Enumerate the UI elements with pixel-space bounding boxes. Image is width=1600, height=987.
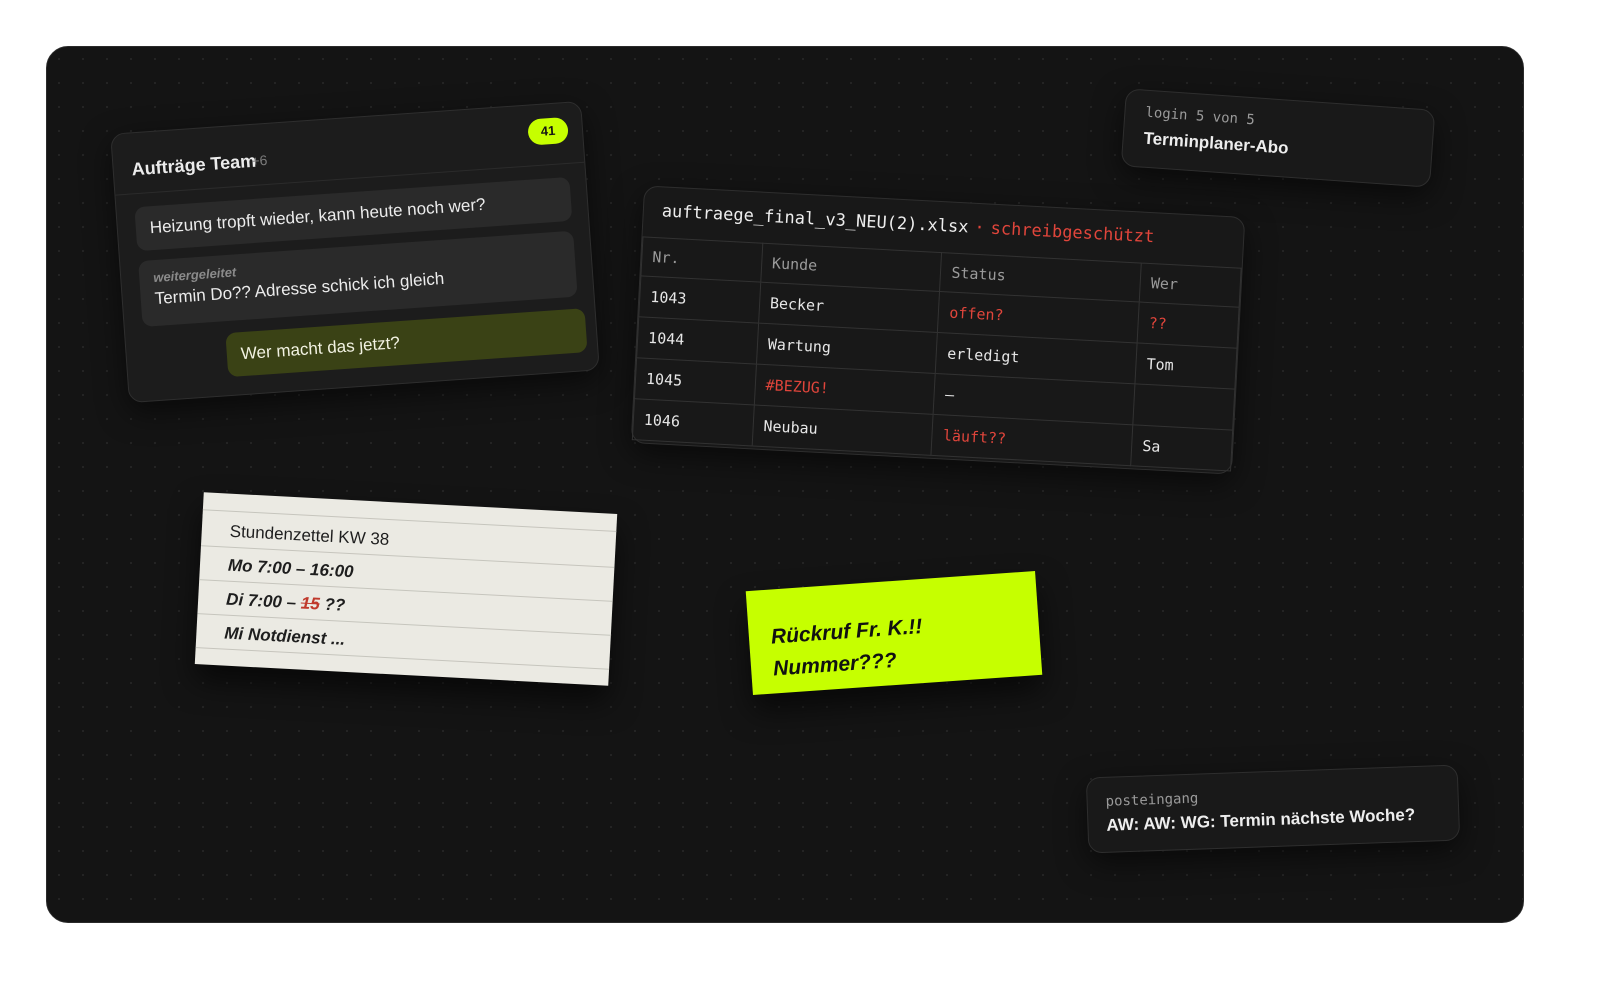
collage-board: Aufträge Team +6 41 Heizung tropft wiede… [46, 46, 1524, 923]
spreadsheet-card: auftraege_final_v3_NEU(2).xlsx · schreibge… [630, 185, 1246, 475]
timesheet-title: Stundenzettel KW 38 [229, 521, 390, 550]
login-notice-card: login 5 von 5 Terminplaner-Abo [1120, 88, 1436, 188]
chat-message-own: Wer macht das jetzt? [225, 308, 588, 378]
timesheet-line: Mo 7:00 – 16:00 [227, 555, 355, 582]
separator: · [973, 217, 986, 239]
column-header: Wer [1139, 263, 1242, 308]
table-cell[interactable]: Sa [1130, 424, 1233, 472]
table-cell[interactable]: 1043 [638, 275, 761, 324]
table-cell[interactable]: 1044 [636, 316, 759, 365]
sticky-note: Rückruf Fr. K.!! Nummer??? [745, 571, 1043, 695]
spreadsheet-filename: auftraege_final_v3_NEU(2).xlsx [661, 201, 969, 238]
table-cell[interactable]: 1046 [632, 398, 755, 446]
table-cell[interactable]: ?? [1137, 302, 1240, 349]
table-cell[interactable]: Tom [1135, 342, 1237, 390]
subscription-name: Terminplaner-Abo [1143, 128, 1290, 158]
timesheet-line-prefix: Di 7:00 – [225, 589, 297, 613]
chat-title: Aufträge Team [130, 150, 257, 180]
team-chat-card: Aufträge Team +6 41 Heizung tropft wiede… [110, 100, 600, 404]
readonly-label: schreibgeschützt [990, 218, 1155, 248]
table-cell[interactable] [1132, 383, 1235, 431]
chat-message-text: Heizung tropft wieder, kann heute noch w… [149, 194, 487, 238]
timesheet-paper: Stundenzettel KW 38 Mo 7:00 – 16:00 Di 7… [194, 492, 618, 686]
sticky-line: Rückruf Fr. K.!! [770, 615, 924, 649]
chat-member-extra: +6 [250, 151, 268, 169]
timesheet-line: Mi Notdienst ... [223, 623, 346, 649]
timesheet-line: Di 7:00 – 15 ?? [226, 590, 346, 616]
login-count: login 5 von 5 [1144, 104, 1256, 129]
inbox-label: posteingang [1105, 790, 1199, 810]
table-cell[interactable]: 1045 [634, 357, 757, 405]
inbox-notice-card: posteingang AW: AW: WG: Termin nächste W… [1085, 764, 1461, 854]
chat-message-text: Wer macht das jetzt? [240, 333, 401, 364]
table-cell[interactable]: Neubau [751, 404, 934, 456]
column-header: Nr. [640, 236, 763, 283]
unread-badge: 41 [527, 116, 569, 146]
sticky-line: Nummer??? [772, 648, 898, 681]
struck-value: 15 [300, 593, 321, 614]
timesheet-line-suffix: ?? [323, 594, 346, 615]
orders-table: Nr. Kunde Status Wer 1043 Becker offen? … [632, 236, 1242, 472]
email-subject: AW: AW: WG: Termin nächste Woche? [1106, 805, 1416, 835]
